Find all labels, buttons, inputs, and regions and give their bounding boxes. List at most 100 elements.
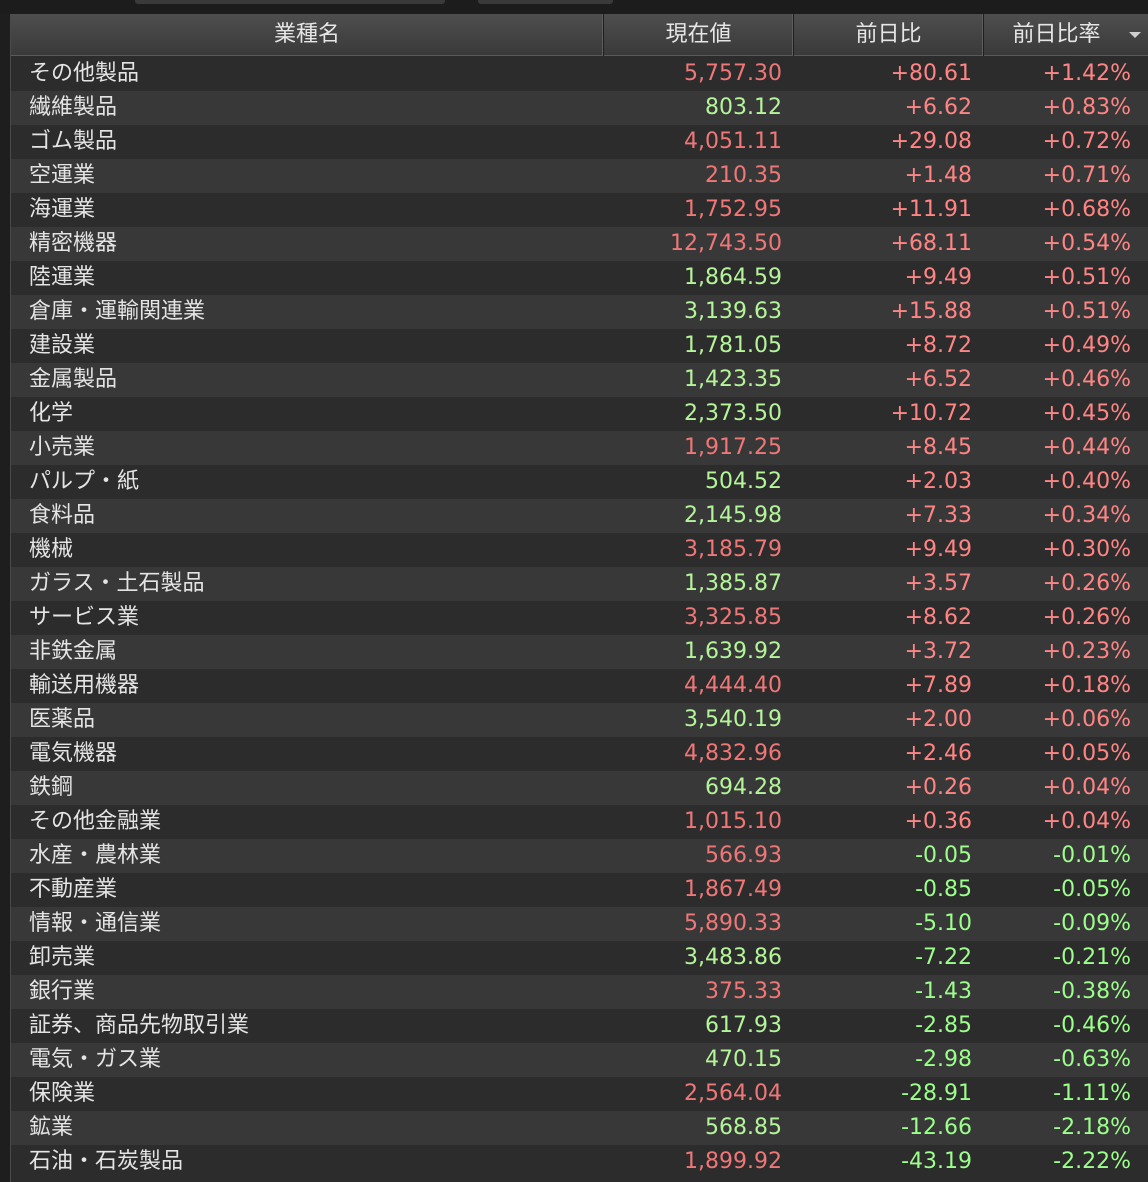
sector-table: 業種名 現在値 前日比 前日比率 その他製品 5,757.30 +80.61 +1.4… [10,14,1148,1182]
price-change: +0.36 [904,809,972,834]
table-row[interactable]: 精密機器 12,743.50 +68.11 +0.54% [11,227,1148,261]
table-row[interactable]: 倉庫・運輸関連業 3,139.63 +15.88 +0.51% [11,295,1148,329]
current-price: 3,483.86 [684,945,782,970]
sector-name: 食料品 [29,503,96,528]
price-change: -5.10 [915,911,972,936]
change-rate: -0.38% [1053,979,1131,1004]
table-row[interactable]: 海運業 1,752.95 +11.91 +0.68% [11,193,1148,227]
table-row[interactable]: 卸売業 3,483.86 -7.22 -0.21% [11,941,1148,975]
table-row[interactable]: 輸送用機器 4,444.40 +7.89 +0.18% [11,669,1148,703]
table-row[interactable]: サービス業 3,325.85 +8.62 +0.26% [11,601,1148,635]
column-header-change[interactable]: 前日比 [794,14,984,56]
sector-name: 電気・ガス業 [29,1047,162,1072]
change-rate: +0.68% [1042,197,1131,222]
price-change: -0.85 [915,877,972,902]
change-rate: -2.18% [1053,1115,1131,1140]
price-change: +10.72 [890,401,972,426]
change-rate: +0.46% [1042,367,1131,392]
current-price: 694.28 [705,775,782,800]
sector-name: 鉱業 [29,1115,74,1140]
window-tab[interactable] [478,0,613,4]
column-header-rate[interactable]: 前日比率 [984,14,1148,56]
sector-name: その他金融業 [29,809,162,834]
column-header-price[interactable]: 現在値 [604,14,794,56]
price-change: +2.03 [904,469,972,494]
price-change: -28.91 [901,1081,972,1106]
top-strip [0,0,1148,14]
table-row[interactable]: ガラス・土石製品 1,385.87 +3.57 +0.26% [11,567,1148,601]
sector-name: 精密機器 [29,231,118,256]
change-rate: +0.34% [1042,503,1131,528]
price-change: +8.72 [904,333,972,358]
sector-name: 倉庫・運輸関連業 [29,299,206,324]
price-change: +29.08 [890,129,972,154]
current-price: 1,423.35 [684,367,782,392]
table-row[interactable]: 空運業 210.35 +1.48 +0.71% [11,159,1148,193]
current-price: 3,540.19 [684,707,782,732]
table-row[interactable]: 小売業 1,917.25 +8.45 +0.44% [11,431,1148,465]
chevron-down-icon[interactable] [1129,32,1141,38]
table-row[interactable]: 不動産業 1,867.49 -0.85 -0.05% [11,873,1148,907]
table-row[interactable]: 非鉄金属 1,639.92 +3.72 +0.23% [11,635,1148,669]
sector-name: 建設業 [29,333,96,358]
table-row[interactable]: 化学 2,373.50 +10.72 +0.45% [11,397,1148,431]
price-change: -2.85 [915,1013,972,1038]
table-row[interactable]: 食料品 2,145.98 +7.33 +0.34% [11,499,1148,533]
current-price: 3,325.85 [684,605,782,630]
sector-name: 非鉄金属 [29,639,118,664]
table-row[interactable]: 保険業 2,564.04 -28.91 -1.11% [11,1077,1148,1111]
table-row[interactable]: 証券、商品先物取引業 617.93 -2.85 -0.46% [11,1009,1148,1043]
current-price: 617.93 [705,1013,782,1038]
table-row[interactable]: 医薬品 3,540.19 +2.00 +0.06% [11,703,1148,737]
sector-name: パルプ・紙 [29,469,140,494]
table-row[interactable]: 繊維製品 803.12 +6.62 +0.83% [11,91,1148,125]
change-rate: +0.71% [1042,163,1131,188]
change-rate: -0.01% [1053,843,1131,868]
table-row[interactable]: 機械 3,185.79 +9.49 +0.30% [11,533,1148,567]
change-rate: +0.30% [1042,537,1131,562]
table-row[interactable]: 建設業 1,781.05 +8.72 +0.49% [11,329,1148,363]
current-price: 4,051.11 [684,129,782,154]
table-row[interactable]: その他金融業 1,015.10 +0.36 +0.04% [11,805,1148,839]
window-tab[interactable] [135,0,445,4]
table-row[interactable]: 鉄鋼 694.28 +0.26 +0.04% [11,771,1148,805]
table-row[interactable]: 石油・石炭製品 1,899.92 -43.19 -2.22% [11,1145,1148,1179]
change-rate: +0.23% [1042,639,1131,664]
current-price: 4,832.96 [684,741,782,766]
change-rate: +0.83% [1042,95,1131,120]
table-row[interactable]: 鉱業 568.85 -12.66 -2.18% [11,1111,1148,1145]
table-row[interactable]: ゴム製品 4,051.11 +29.08 +0.72% [11,125,1148,159]
sector-name: 小売業 [29,435,96,460]
table-row[interactable]: 電気機器 4,832.96 +2.46 +0.05% [11,737,1148,771]
column-header-name[interactable]: 業種名 [11,14,604,56]
price-change: -1.43 [915,979,972,1004]
sector-name: 電気機器 [29,741,118,766]
table-row[interactable]: 銀行業 375.33 -1.43 -0.38% [11,975,1148,1009]
sector-name: サービス業 [29,605,140,630]
table-row[interactable]: パルプ・紙 504.52 +2.03 +0.40% [11,465,1148,499]
change-rate: +1.42% [1042,61,1131,86]
price-change: +6.62 [904,95,972,120]
price-change: +3.57 [904,571,972,596]
table-row[interactable]: 電気・ガス業 470.15 -2.98 -0.63% [11,1043,1148,1077]
table-row[interactable]: 金属製品 1,423.35 +6.52 +0.46% [11,363,1148,397]
table-row[interactable]: 情報・通信業 5,890.33 -5.10 -0.09% [11,907,1148,941]
sector-name: 水産・農林業 [29,843,162,868]
current-price: 1,385.87 [684,571,782,596]
change-rate: +0.04% [1042,775,1131,800]
change-rate: +0.44% [1042,435,1131,460]
price-change: +11.91 [890,197,972,222]
sector-name: その他製品 [29,61,140,86]
current-price: 566.93 [705,843,782,868]
change-rate: -1.11% [1053,1081,1131,1106]
price-change: +2.46 [904,741,972,766]
sector-name: 海運業 [29,197,96,222]
table-row[interactable]: 陸運業 1,864.59 +9.49 +0.51% [11,261,1148,295]
price-change: +9.49 [904,265,972,290]
price-change: +9.49 [904,537,972,562]
table-row[interactable]: 水産・農林業 566.93 -0.05 -0.01% [11,839,1148,873]
sector-name: 化学 [29,401,74,426]
change-rate: -0.05% [1053,877,1131,902]
price-change: +68.11 [890,231,972,256]
table-row[interactable]: その他製品 5,757.30 +80.61 +1.42% [11,57,1148,91]
